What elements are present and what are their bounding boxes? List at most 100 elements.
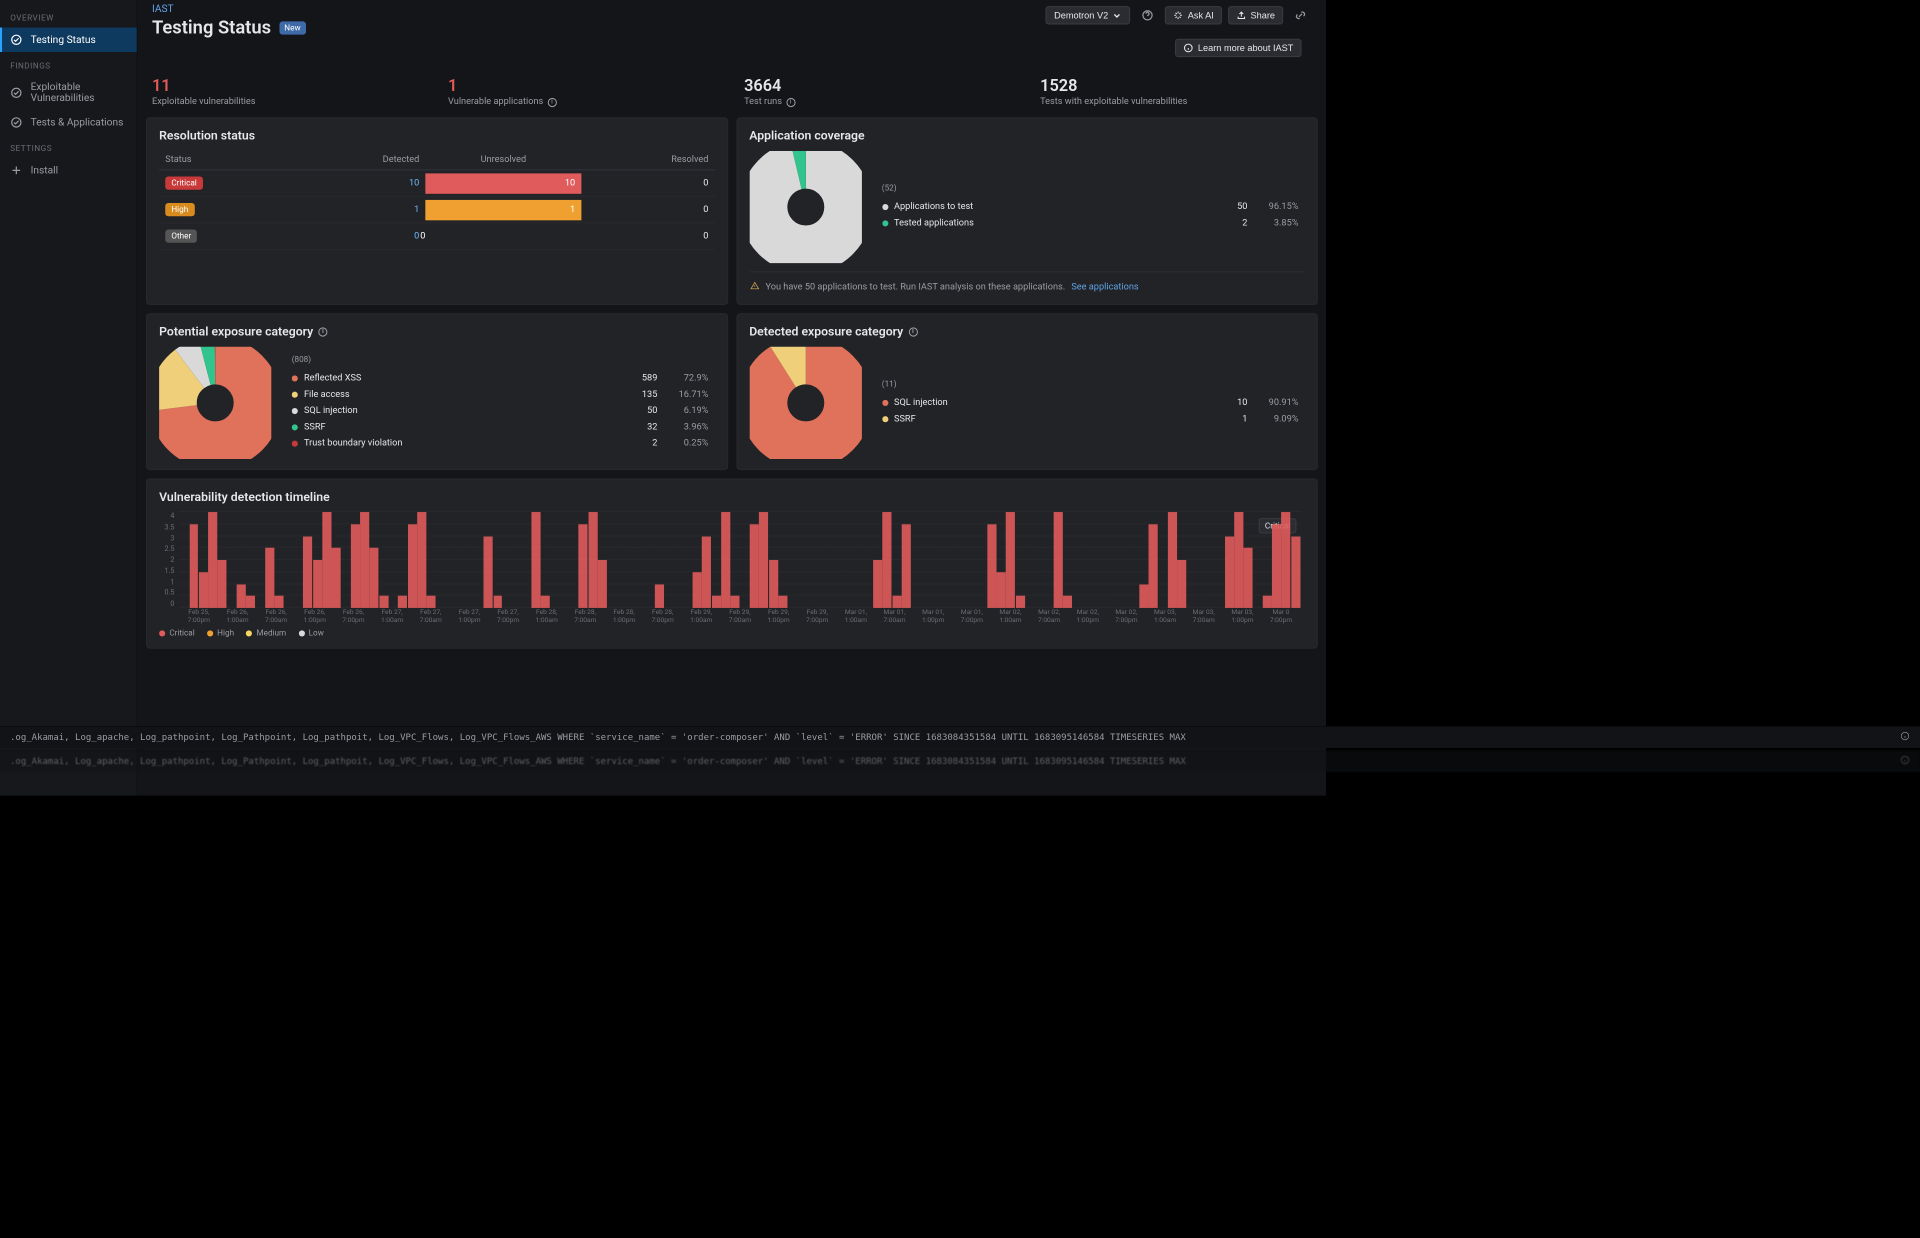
ask-ai-button[interactable]: Ask AI — [1165, 6, 1222, 24]
timeline-bar[interactable] — [702, 536, 711, 608]
timeline-bar[interactable] — [208, 512, 217, 608]
timeline-bar[interactable] — [1168, 512, 1177, 608]
timeline-bar[interactable] — [873, 560, 882, 608]
timeline-bar[interactable] — [1225, 536, 1234, 608]
timeline-bar[interactable] — [778, 596, 787, 608]
timeline-bar[interactable] — [417, 512, 426, 608]
query-bar-2[interactable]: .og_Akamai, Log_apache, Log_pathpoint, L… — [0, 750, 1920, 772]
learn-more-button[interactable]: Learn more about IAST — [1175, 39, 1301, 57]
info-icon[interactable] — [1900, 755, 1910, 768]
sidebar-item-testing-status[interactable]: Testing Status — [0, 28, 137, 52]
share-icon — [1236, 10, 1246, 20]
timeline-bar[interactable] — [189, 524, 198, 608]
detected-count[interactable]: 1 — [414, 205, 419, 215]
timeline-bar[interactable] — [731, 596, 740, 608]
timeline-bar[interactable] — [493, 596, 502, 608]
legend-item[interactable]: High — [207, 628, 234, 637]
timeline-bar[interactable] — [1291, 536, 1300, 608]
sidebar-item-tests-apps[interactable]: Tests & Applications — [0, 110, 137, 134]
timeline-bar[interactable] — [1054, 512, 1063, 608]
timeline-bar[interactable] — [370, 548, 379, 608]
legend-item[interactable]: Medium — [246, 628, 286, 637]
timeline-bar[interactable] — [655, 584, 664, 608]
timeline-bar[interactable] — [1263, 596, 1272, 608]
share-button[interactable]: Share — [1228, 6, 1283, 24]
timeline-bar[interactable] — [360, 512, 369, 608]
info-icon[interactable] — [908, 327, 917, 336]
timeline-bar[interactable] — [427, 596, 436, 608]
info-icon[interactable] — [547, 97, 556, 106]
info-icon[interactable] — [1900, 731, 1910, 744]
timeline-bar[interactable] — [541, 596, 550, 608]
timeline-bar[interactable] — [987, 524, 996, 608]
timeline-bar[interactable] — [759, 512, 768, 608]
timeline-bar[interactable] — [484, 536, 493, 608]
timeline-bar[interactable] — [1149, 524, 1158, 608]
sidebar-item-exploitable-vulns[interactable]: Exploitable Vulnerabilities — [0, 75, 137, 110]
timeline-bar[interactable] — [902, 524, 911, 608]
timeline-bar[interactable] — [246, 596, 255, 608]
timeline-bar[interactable] — [379, 596, 388, 608]
timeline-bar[interactable] — [1016, 596, 1025, 608]
legend-item[interactable]: SSRF323.96% — [292, 419, 709, 435]
table-row[interactable]: Critical10100 — [159, 170, 714, 197]
timeline-bar[interactable] — [579, 524, 588, 608]
breadcrumb[interactable]: IAST — [152, 4, 1046, 15]
timeline-bar[interactable] — [1139, 584, 1148, 608]
timeline-bar[interactable] — [769, 560, 778, 608]
timeline-bar[interactable] — [1282, 512, 1291, 608]
copy-link-button[interactable] — [1289, 4, 1311, 26]
timeline-bar[interactable] — [721, 512, 730, 608]
see-applications-link[interactable]: See applications — [1071, 282, 1138, 292]
legend-item[interactable]: SQL injection1090.91% — [882, 394, 1299, 410]
timeline-bar[interactable] — [313, 560, 322, 608]
timeline-bar[interactable] — [351, 524, 360, 608]
stat-value: 1528 — [1040, 75, 1312, 94]
detected-count[interactable]: 10 — [409, 178, 419, 188]
timeline-bar[interactable] — [237, 584, 246, 608]
timeline-bar[interactable] — [303, 536, 312, 608]
timeline-bar[interactable] — [199, 572, 208, 608]
legend-item[interactable]: Trust boundary violation20.25% — [292, 435, 709, 451]
timeline-bar[interactable] — [883, 512, 892, 608]
timeline-bar[interactable] — [275, 596, 284, 608]
legend-item[interactable]: SSRF19.09% — [882, 411, 1299, 427]
sidebar-item-install[interactable]: Install — [0, 158, 137, 182]
info-icon[interactable] — [318, 327, 327, 336]
legend-item[interactable]: Critical — [159, 628, 195, 637]
help-button[interactable] — [1137, 4, 1159, 26]
account-picker[interactable]: Demotron V2 — [1046, 6, 1131, 24]
timeline-bar[interactable] — [1234, 512, 1243, 608]
legend-item[interactable]: Applications to test5096.15% — [882, 198, 1299, 214]
timeline-bar[interactable] — [997, 572, 1006, 608]
table-row[interactable]: Other000 — [159, 223, 714, 250]
timeline-bar[interactable] — [398, 596, 407, 608]
legend-dot — [207, 630, 213, 636]
timeline-bar[interactable] — [265, 548, 274, 608]
timeline-bar[interactable] — [531, 512, 540, 608]
legend-item[interactable]: File access13516.71% — [292, 386, 709, 402]
timeline-bar[interactable] — [892, 596, 901, 608]
legend-item[interactable]: Reflected XSS58972.9% — [292, 370, 709, 386]
timeline-bar[interactable] — [408, 524, 417, 608]
detected-count[interactable]: 0 — [414, 231, 419, 241]
timeline-bar[interactable] — [1063, 596, 1072, 608]
legend-item[interactable]: Tested applications23.85% — [882, 215, 1299, 231]
timeline-bar[interactable] — [1177, 560, 1186, 608]
timeline-bar[interactable] — [1272, 524, 1281, 608]
info-icon[interactable] — [786, 97, 795, 106]
timeline-bar[interactable] — [750, 524, 759, 608]
timeline-bar[interactable] — [218, 560, 227, 608]
timeline-bar[interactable] — [588, 512, 597, 608]
timeline-bar[interactable] — [598, 560, 607, 608]
legend-item[interactable]: SQL injection506.19% — [292, 402, 709, 418]
legend-item[interactable]: Low — [298, 628, 323, 637]
timeline-bar[interactable] — [1006, 512, 1015, 608]
query-bar-1[interactable]: .og_Akamai, Log_apache, Log_pathpoint, L… — [0, 726, 1920, 748]
timeline-bar[interactable] — [712, 596, 721, 608]
timeline-bar[interactable] — [693, 572, 702, 608]
timeline-bar[interactable] — [332, 548, 341, 608]
timeline-bar[interactable] — [1244, 548, 1253, 608]
table-row[interactable]: High110 — [159, 196, 714, 223]
timeline-bar[interactable] — [322, 512, 331, 608]
